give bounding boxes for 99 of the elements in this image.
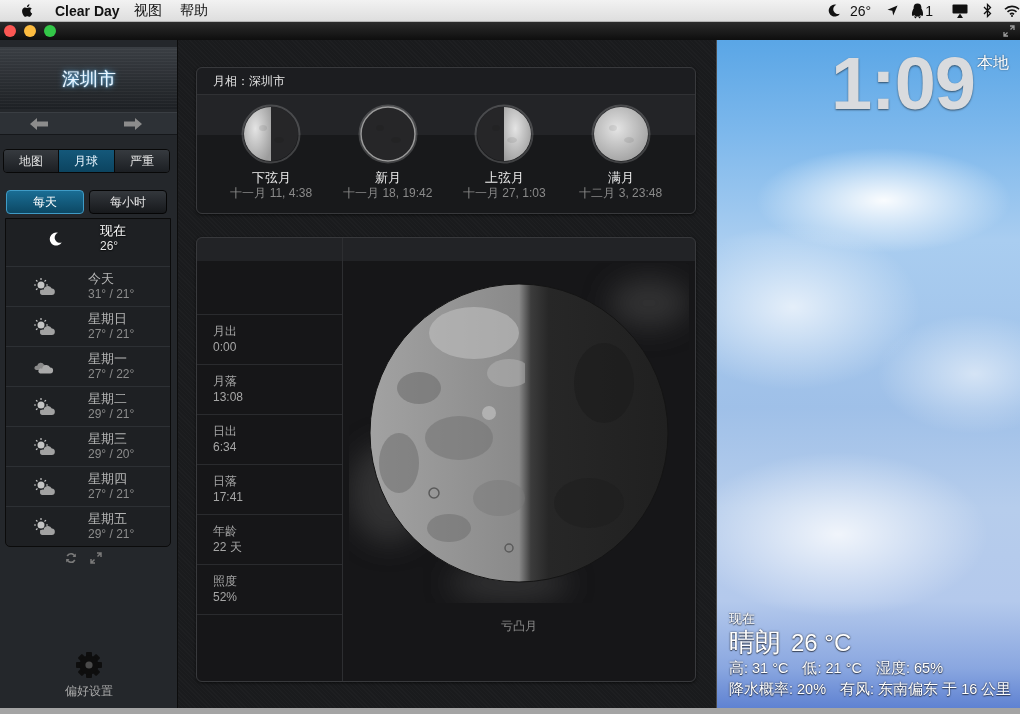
info-label: 月落 [213, 373, 237, 389]
info-value: 17:41 [213, 489, 244, 505]
phase-date: 十一月 18, 19:42 [343, 186, 433, 201]
temperature-range: 29° / 21° [88, 406, 135, 422]
condition-text: 晴朗 [729, 627, 781, 657]
day-label: 星期三 [88, 431, 127, 447]
forecast-row[interactable]: 现在 26° [6, 219, 170, 267]
apple-icon[interactable] [20, 2, 34, 19]
preferences-button[interactable]: 偏好设置 [64, 651, 113, 700]
penguin-icon[interactable] [911, 2, 925, 19]
temperature-range: 31° / 21° [88, 286, 135, 302]
crescent-moon-icon[interactable] [828, 3, 842, 18]
forecast-row[interactable]: 今天 31° / 21° [6, 267, 170, 307]
previous-button[interactable] [30, 117, 48, 130]
day-label: 星期二 [88, 391, 127, 407]
location-arrow-icon[interactable] [887, 5, 899, 16]
fullscreen-icon[interactable] [1003, 25, 1015, 37]
left-arrow-icon [30, 117, 48, 130]
moon-icon [474, 104, 535, 164]
phase-date: 十一月 11, 4:38 [230, 186, 313, 201]
wifi-icon[interactable] [1004, 4, 1020, 17]
notification-count[interactable]: 1 [925, 2, 933, 19]
sun-cloud-icon [33, 277, 55, 296]
sun-cloud-icon [33, 397, 55, 416]
sun-cloud-icon [33, 517, 55, 536]
phase-date: 十一月 27, 1:03 [462, 186, 546, 201]
forecast-row[interactable]: 星期四 27° / 21° [6, 467, 170, 507]
close-button[interactable] [4, 25, 16, 37]
zoom-button[interactable] [44, 25, 56, 37]
phase-caption: 亏凸月 [501, 619, 537, 633]
settings-icon [74, 651, 103, 679]
range-tab[interactable]: 每小时 [89, 190, 167, 214]
weather-stat: 高: 31 °C [729, 659, 789, 678]
sun-cloud-icon [33, 437, 55, 456]
temperature-range: 29° / 21° [88, 526, 135, 542]
info-value: 0:00 [213, 339, 237, 355]
forecast-row[interactable]: 星期三 29° / 20° [6, 427, 170, 467]
info-value: 22 天 [213, 539, 242, 555]
app-menu[interactable]: Clear Day [55, 2, 120, 19]
moon-icon [241, 104, 302, 164]
time-zone-label: 本地 [977, 53, 1009, 73]
current-temperature: 26 °C [791, 628, 852, 658]
temperature-range: 27° / 21° [88, 486, 135, 502]
weather-stat: 降水概率: 20% [729, 680, 827, 699]
city-title: 深圳市 [0, 47, 177, 110]
info-value: 52% [213, 589, 238, 605]
sun-cloud-icon [33, 317, 55, 336]
refresh-icon [65, 552, 77, 564]
temperature-status[interactable]: 26° [850, 2, 872, 19]
range-tab[interactable]: 每天 [6, 190, 84, 214]
weather-stat: 湿度: 65% [875, 659, 944, 678]
day-label: 星期日 [88, 311, 127, 327]
phase-name: 上弦月 [484, 170, 524, 186]
phase-date: 十二月 3, 23:48 [579, 186, 663, 201]
right-arrow-icon [124, 117, 142, 130]
phase-name: 新月 [374, 170, 401, 186]
view-tab[interactable]: 地图 [4, 150, 60, 172]
day-label: 现在 [100, 223, 126, 239]
info-label: 日出 [213, 423, 237, 439]
temperature-range: 27° / 21° [88, 326, 135, 342]
temperature-range: 29° / 20° [88, 446, 135, 462]
info-label: 年龄 [213, 523, 237, 539]
info-label: 月出 [213, 323, 237, 339]
info-label: 日落 [213, 473, 237, 489]
view-tab[interactable]: 严重 [114, 150, 169, 172]
expand-icon [90, 552, 102, 564]
day-label: 星期五 [88, 511, 127, 527]
menu-item[interactable]: 帮助 [179, 1, 208, 20]
forecast-row[interactable]: 星期五 29° / 21° [6, 507, 170, 546]
card-title: 月相：深圳市 [213, 73, 285, 89]
phase-name: 满月 [607, 170, 634, 186]
bluetooth-icon[interactable] [983, 3, 992, 18]
next-button[interactable] [124, 117, 142, 130]
clock-time: 1:09 [830, 47, 975, 121]
forecast-row[interactable]: 星期二 29° / 21° [6, 387, 170, 427]
refresh-button[interactable] [65, 552, 77, 564]
now-label: 现在 [729, 611, 755, 627]
temperature-range: 26° [100, 238, 119, 254]
monitor-icon[interactable] [952, 3, 968, 18]
expand-button[interactable] [90, 552, 102, 564]
day-label: 星期四 [88, 471, 127, 487]
weather-stat: 低: 21 °C [802, 659, 862, 678]
forecast-row[interactable]: 星期日 27° / 21° [6, 307, 170, 347]
sun-cloud-icon [33, 477, 55, 496]
crescent-moon-icon [49, 230, 63, 247]
info-label: 照度 [213, 573, 237, 589]
menu-item[interactable]: 视图 [133, 1, 162, 20]
minimize-button[interactable] [24, 25, 36, 37]
info-value: 6:34 [213, 439, 237, 455]
info-value: 13:08 [213, 389, 244, 405]
phase-name: 下弦月 [251, 170, 291, 186]
forecast-row[interactable]: 星期一 27° / 22° [6, 347, 170, 387]
day-label: 今天 [88, 271, 114, 287]
view-tab[interactable]: 月球 [59, 150, 115, 172]
day-label: 星期一 [88, 351, 127, 367]
temperature-range: 27° / 22° [88, 366, 135, 382]
moon-icon [357, 104, 418, 164]
moon-icon [590, 104, 651, 164]
weather-stat: 有风: 东南偏东 于 16 公里 [840, 680, 1012, 699]
